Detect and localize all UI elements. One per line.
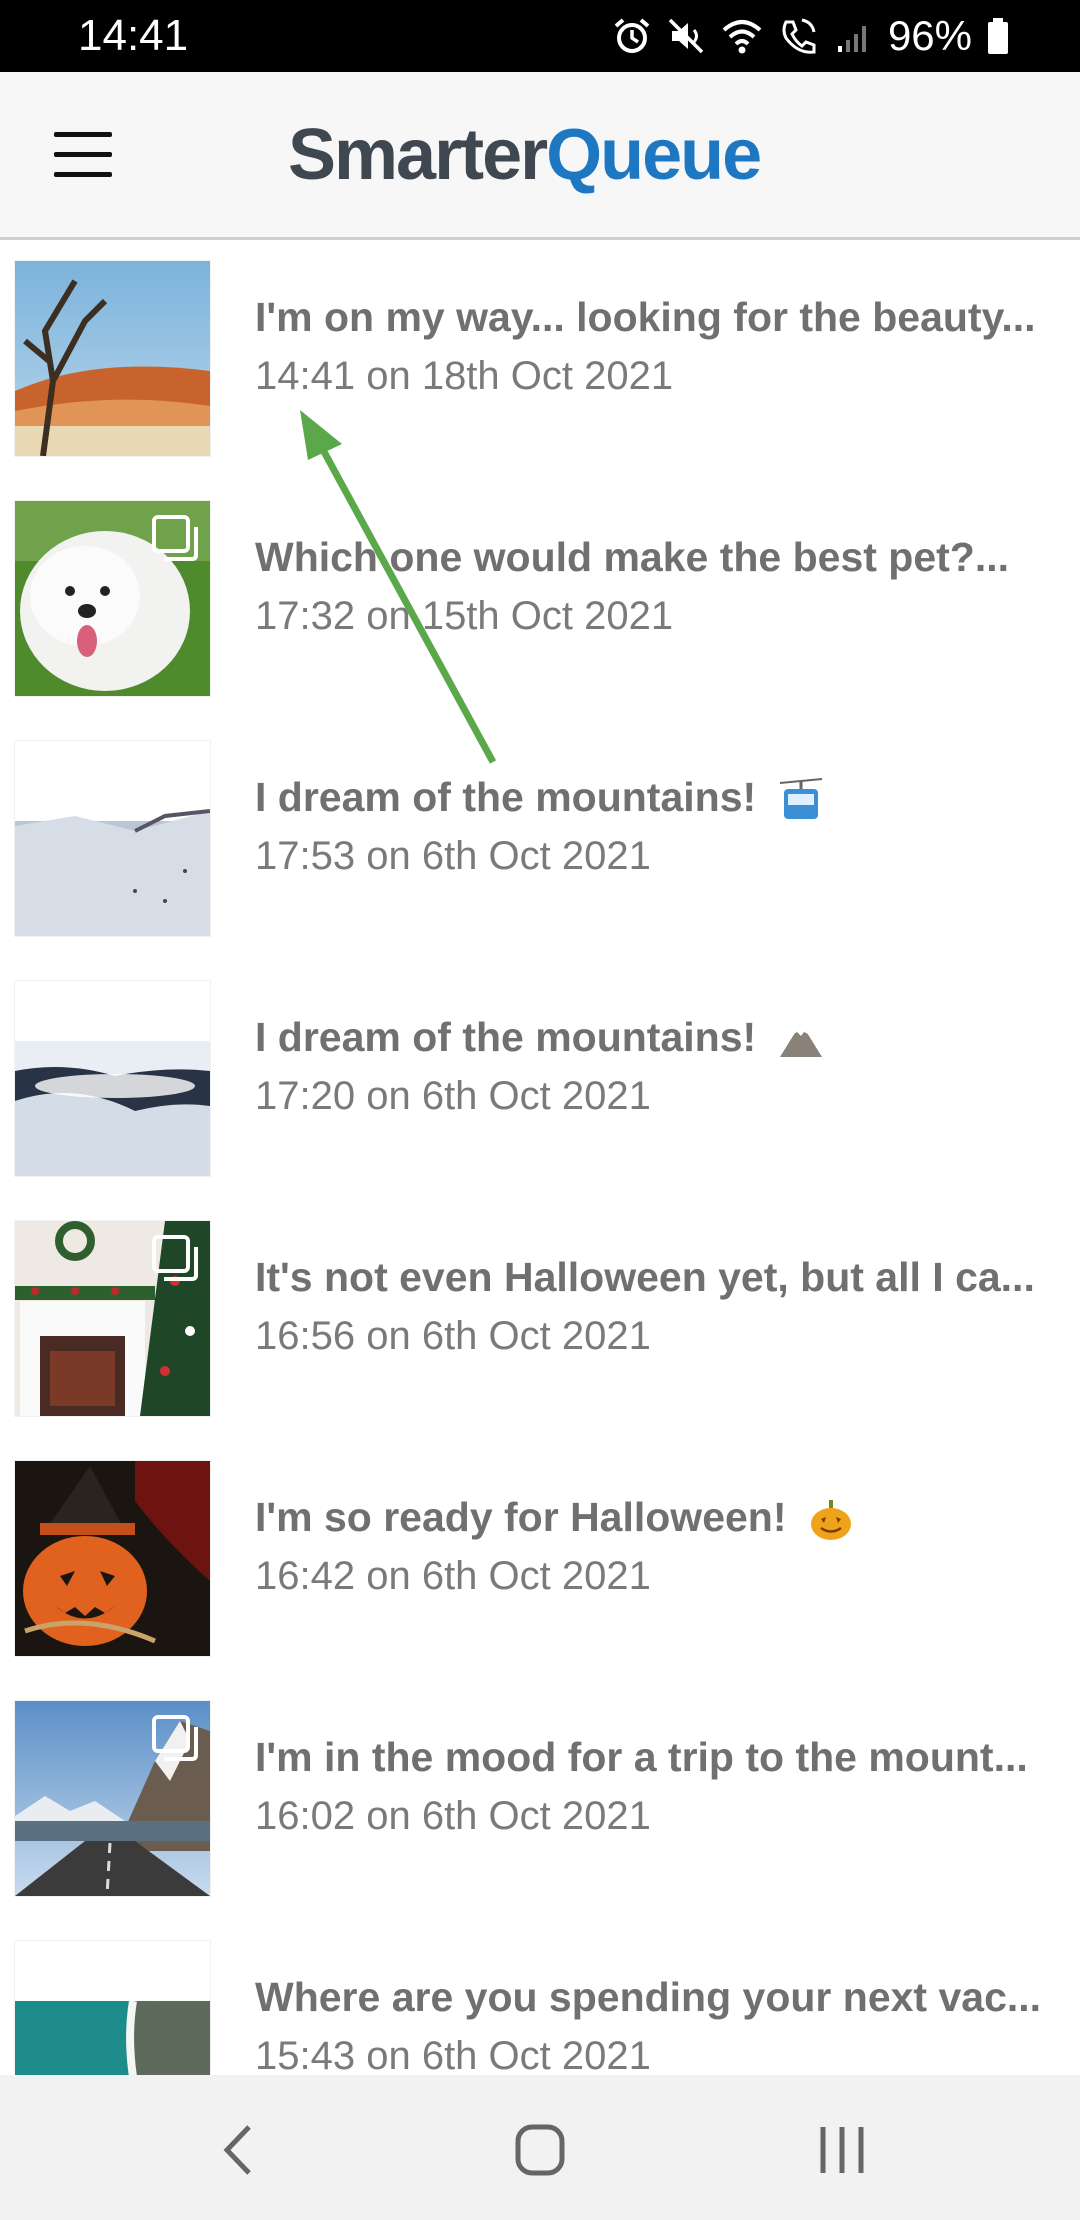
post-title: I'm in the mood for a trip to the mount.… (255, 1734, 1028, 1780)
video-play-icon (156, 1955, 198, 2001)
desert-tree-thumbnail[interactable] (15, 261, 210, 456)
app-logo: SmarterQueue (288, 110, 762, 200)
post-time: 16:56 on 6th Oct 2021 (255, 1314, 651, 1358)
home-icon[interactable] (485, 2105, 595, 2195)
video-play-icon (156, 995, 198, 1041)
post-time: 17:32 on 15th Oct 2021 (255, 594, 674, 638)
recent-apps-icon[interactable] (787, 2105, 897, 2195)
alarm-icon (614, 18, 650, 53)
post-row[interactable]: I'm on my way... looking for the beauty.… (0, 240, 1080, 480)
carousel-icon (152, 1235, 198, 1281)
app-header: SmarterQueue (0, 72, 1080, 240)
jack-o-lantern-emoji (810, 1500, 851, 1541)
navigation-bar (0, 2075, 1080, 2220)
post-time: 16:02 on 6th Oct 2021 (255, 1794, 651, 1838)
cloudy-mountain-thumbnail[interactable] (15, 981, 210, 1176)
signal-icon (837, 26, 866, 52)
post-title-text: I'm so ready for Halloween! (255, 1494, 798, 1540)
post-title-text: I dream of the mountains! (255, 1014, 768, 1060)
post-title: Where are you spending your next vac... (255, 1974, 1042, 2020)
wifi-icon (722, 20, 762, 54)
post-title: I'm so ready for Halloween! (255, 1490, 1065, 1544)
post-row[interactable]: I'm in the mood for a trip to the mount.… (0, 1680, 1080, 1920)
carousel-icon (152, 515, 198, 561)
carousel-icon (152, 1715, 198, 1761)
post-title: I dream of the mountains! (255, 770, 1065, 824)
mute-icon (668, 18, 704, 54)
logo-text-queue: Queue (546, 115, 762, 195)
snowy-slope-thumbnail[interactable] (15, 741, 210, 936)
pumpkin-thumbnail[interactable] (15, 1461, 210, 1656)
post-time: 17:20 on 6th Oct 2021 (255, 1074, 651, 1118)
logo-text-smarter: Smarter (288, 115, 548, 195)
post-row[interactable]: I'm so ready for Halloween! 16:42 on 6th… (0, 1440, 1080, 1680)
christmas-fireplace-thumbnail[interactable] (15, 1221, 210, 1416)
wifi-call-icon (782, 18, 816, 54)
post-time: 16:42 on 6th Oct 2021 (255, 1554, 651, 1598)
post-list[interactable]: I'm on my way... looking for the beauty.… (0, 240, 1080, 2075)
mountain-emoji (779, 1023, 822, 1058)
post-row[interactable]: It's not even Halloween yet, but all I c… (0, 1200, 1080, 1440)
video-play-icon (156, 755, 198, 801)
post-time: 14:41 on 18th Oct 2021 (255, 354, 674, 398)
post-row[interactable]: Which one would make the best pet?... 17… (0, 480, 1080, 720)
post-title-text: I dream of the mountains! (255, 774, 768, 820)
post-row[interactable]: Where are you spending your next vac... … (0, 1920, 1080, 2075)
post-title: I dream of the mountains! (255, 1010, 1065, 1064)
white-dog-thumbnail[interactable] (15, 501, 210, 696)
aerial-beach-thumbnail[interactable] (15, 1941, 210, 2075)
back-icon[interactable] (183, 2105, 293, 2195)
aerial-tramway-emoji (779, 778, 822, 820)
hamburger-menu-icon[interactable] (52, 132, 114, 180)
status-time: 14:41 (78, 11, 189, 60)
mountain-road-thumbnail[interactable] (15, 1701, 210, 1896)
post-row[interactable]: I dream of the mountains! 17:53 on 6th O… (0, 720, 1080, 960)
battery-icon (988, 18, 1008, 54)
status-bar: 14:41 96% (0, 0, 1080, 72)
post-time: 15:43 on 6th Oct 2021 (255, 2034, 651, 2075)
post-title: Which one would make the best pet?... (255, 534, 1010, 580)
status-icons: 96% (612, 8, 1010, 64)
battery-level: 96% (887, 12, 972, 59)
post-row[interactable]: I dream of the mountains! 17:20 on 6th O… (0, 960, 1080, 1200)
post-time: 17:53 on 6th Oct 2021 (255, 834, 651, 878)
post-title: I'm on my way... looking for the beauty.… (255, 294, 1036, 340)
post-title: It's not even Halloween yet, but all I c… (255, 1254, 1035, 1300)
